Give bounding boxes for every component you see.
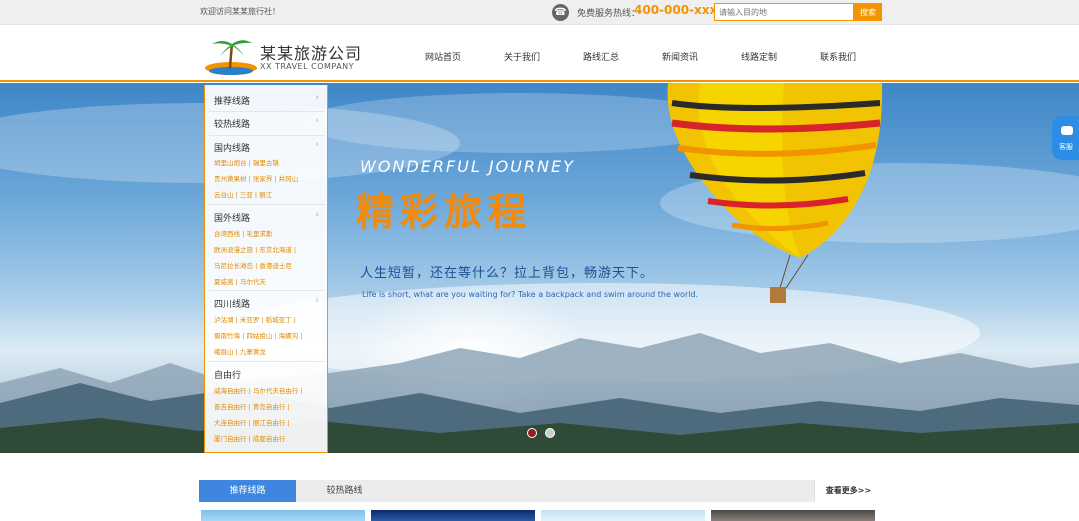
search-button[interactable]: 搜索 <box>854 3 882 21</box>
route-links[interactable]: 威海自由行 | 马尔代夫自由行 | <box>214 385 303 395</box>
route-thumbnail[interactable] <box>201 510 365 521</box>
route-sidemenu: 推荐线路 › 较热线路 › 国内线路 › 胡里山炮台 | 瑞里古镇 贵州黄果树 … <box>204 85 328 453</box>
category-overseas[interactable]: 国外线路 <box>214 211 250 224</box>
route-thumbnail[interactable] <box>541 510 705 521</box>
divider <box>209 290 325 291</box>
route-links[interactable]: 马尼拉长滩岛 | 香港迪士尼 <box>214 260 292 270</box>
hotline-number: 400-000-xxx <box>634 3 718 17</box>
logo-name-cn: 某某旅游公司 <box>260 44 363 63</box>
hotline-label: 免费服务热线： <box>577 9 641 19</box>
chevron-right-icon: › <box>315 210 319 220</box>
palm-logo-icon <box>205 40 257 75</box>
route-links[interactable]: 贵州黄果树 | 张家界 | 井冈山 <box>214 173 298 183</box>
route-thumbnails <box>201 510 881 521</box>
category-domestic[interactable]: 国内线路 <box>214 141 250 154</box>
sidemenu-item-recommended[interactable]: 推荐线路 › <box>205 85 327 110</box>
hero-banner[interactable]: WONDERFUL JOURNEY 精彩旅程 人生短暂，还在等什么？拉上背包，畅… <box>0 83 1079 453</box>
sidemenu-item-hot[interactable]: 较热线路 › <box>205 111 327 135</box>
nav-news[interactable]: 新闻资讯 <box>662 50 698 63</box>
nav-contact[interactable]: 联系我们 <box>820 50 856 63</box>
nav-about[interactable]: 关于我们 <box>504 50 540 63</box>
search-input[interactable] <box>714 3 854 21</box>
top-bar: 欢迎访问某某旅行社！ ☎ 免费服务热线： 400-000-xxx 搜索 <box>0 0 1079 25</box>
banner-slogan-en: Life is short, what are you waiting for?… <box>362 290 699 299</box>
divider <box>209 204 325 205</box>
nav-routes[interactable]: 路线汇总 <box>583 50 619 63</box>
category-sichuan[interactable]: 四川线路 <box>214 297 250 310</box>
tab-hot[interactable]: 较热路线 <box>296 480 393 502</box>
route-links[interactable]: 蜀南竹海 | 四姑娘山 | 海螺沟 | <box>214 330 302 340</box>
view-more-link[interactable]: 查看更多>> <box>814 480 882 502</box>
customer-service-tab[interactable]: 客服 <box>1052 116 1079 160</box>
route-links[interactable]: 大连自由行 | 丽江自由行 | <box>214 417 290 427</box>
welcome-text: 欢迎访问某某旅行社！ <box>200 7 280 16</box>
route-thumbnail[interactable] <box>711 510 875 521</box>
route-links[interactable]: 普吉自由行 | 青岛自由行 | <box>214 401 290 411</box>
banner-headline-en: WONDERFUL JOURNEY <box>360 157 575 176</box>
route-links[interactable]: 泸沽湖 | 米亚罗 | 稻城亚丁 | <box>214 314 296 324</box>
slide-dot-2[interactable] <box>545 428 555 438</box>
route-links[interactable]: 台湾西线 | 毛里求斯 <box>214 228 272 238</box>
route-links[interactable]: 厦门自由行 | 成都自由行 <box>214 433 285 443</box>
divider <box>209 361 325 362</box>
route-tabs: 推荐线路 较热路线 查看更多>> <box>199 480 882 502</box>
chat-bubble-icon <box>1061 126 1073 135</box>
nav-home[interactable]: 网站首页 <box>425 50 461 63</box>
category-free-travel[interactable]: 自由行 <box>214 368 241 381</box>
route-thumbnail[interactable] <box>371 510 535 521</box>
chevron-right-icon: › <box>315 140 319 150</box>
chevron-right-icon: › <box>315 116 319 126</box>
main-nav: 网站首页 关于我们 路线汇总 新闻资讯 线路定制 联系我们 <box>400 50 880 64</box>
slide-dot-1[interactable] <box>527 428 537 438</box>
logo[interactable]: 某某旅游公司 XX TRAVEL COMPANY <box>204 34 369 76</box>
banner-slogan-cn: 人生短暂，还在等什么？拉上背包，畅游天下。 <box>360 266 655 281</box>
chevron-right-icon: › <box>315 296 319 306</box>
nav-custom[interactable]: 线路定制 <box>741 50 777 63</box>
sidemenu-item-label: 较热线路 <box>214 120 251 130</box>
chevron-right-icon: › <box>315 93 319 103</box>
header: 某某旅游公司 XX TRAVEL COMPANY 网站首页 关于我们 路线汇总 … <box>0 26 1079 82</box>
route-links[interactable]: 夏威夷 | 马尔代夫 <box>214 276 266 286</box>
sidemenu-item-label: 推荐线路 <box>214 97 251 107</box>
route-links[interactable]: 峨眉山 | 九寨黄龙 <box>214 346 266 356</box>
route-links[interactable]: 胡里山炮台 | 瑞里古镇 <box>214 157 279 167</box>
logo-name-en: XX TRAVEL COMPANY <box>260 62 355 71</box>
phone-icon: ☎ <box>552 4 569 21</box>
divider <box>209 135 325 136</box>
banner-headline-cn: 精彩旅程 <box>356 189 533 234</box>
tab-recommended[interactable]: 推荐线路 <box>199 480 296 502</box>
route-links[interactable]: 欧洲浪漫之旅 | 东京北海道 | <box>214 244 296 254</box>
route-links[interactable]: 云台山 | 三亚 | 丽江 <box>214 189 272 199</box>
customer-service-label: 客服 <box>1059 143 1073 151</box>
